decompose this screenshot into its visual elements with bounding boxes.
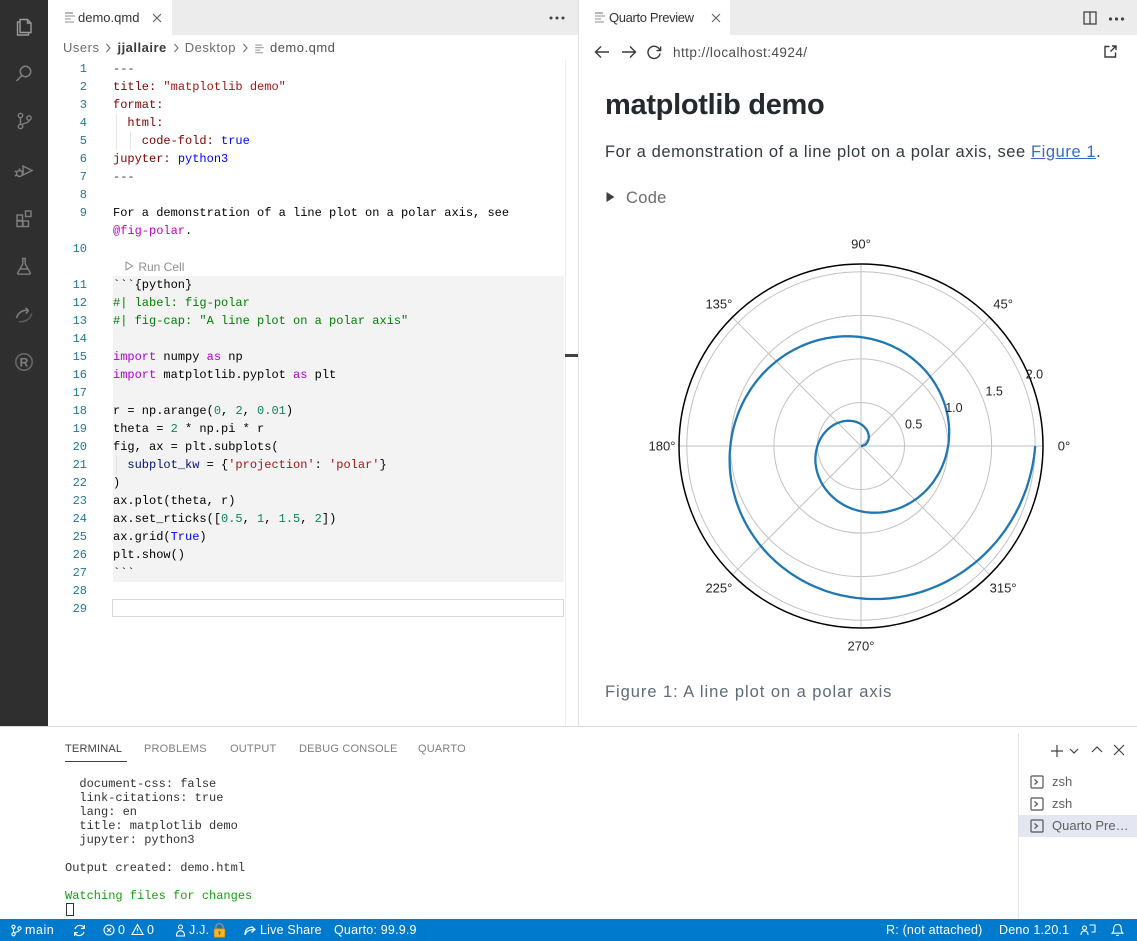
svg-text:135°: 135° <box>705 296 732 311</box>
svg-text:1.5: 1.5 <box>986 384 1003 398</box>
svg-text:270°: 270° <box>848 639 875 654</box>
svg-text:225°: 225° <box>705 581 732 596</box>
svg-text:180°: 180° <box>649 439 676 454</box>
svg-text:1.0: 1.0 <box>945 401 962 415</box>
svg-text:2.0: 2.0 <box>1026 368 1043 382</box>
svg-text:0.5: 0.5 <box>905 418 922 432</box>
svg-text:90°: 90° <box>851 237 871 252</box>
svg-text:45°: 45° <box>993 296 1013 311</box>
svg-text:R: R <box>20 355 29 369</box>
svg-text:0°: 0° <box>1058 439 1070 454</box>
svg-text:315°: 315° <box>990 581 1017 596</box>
